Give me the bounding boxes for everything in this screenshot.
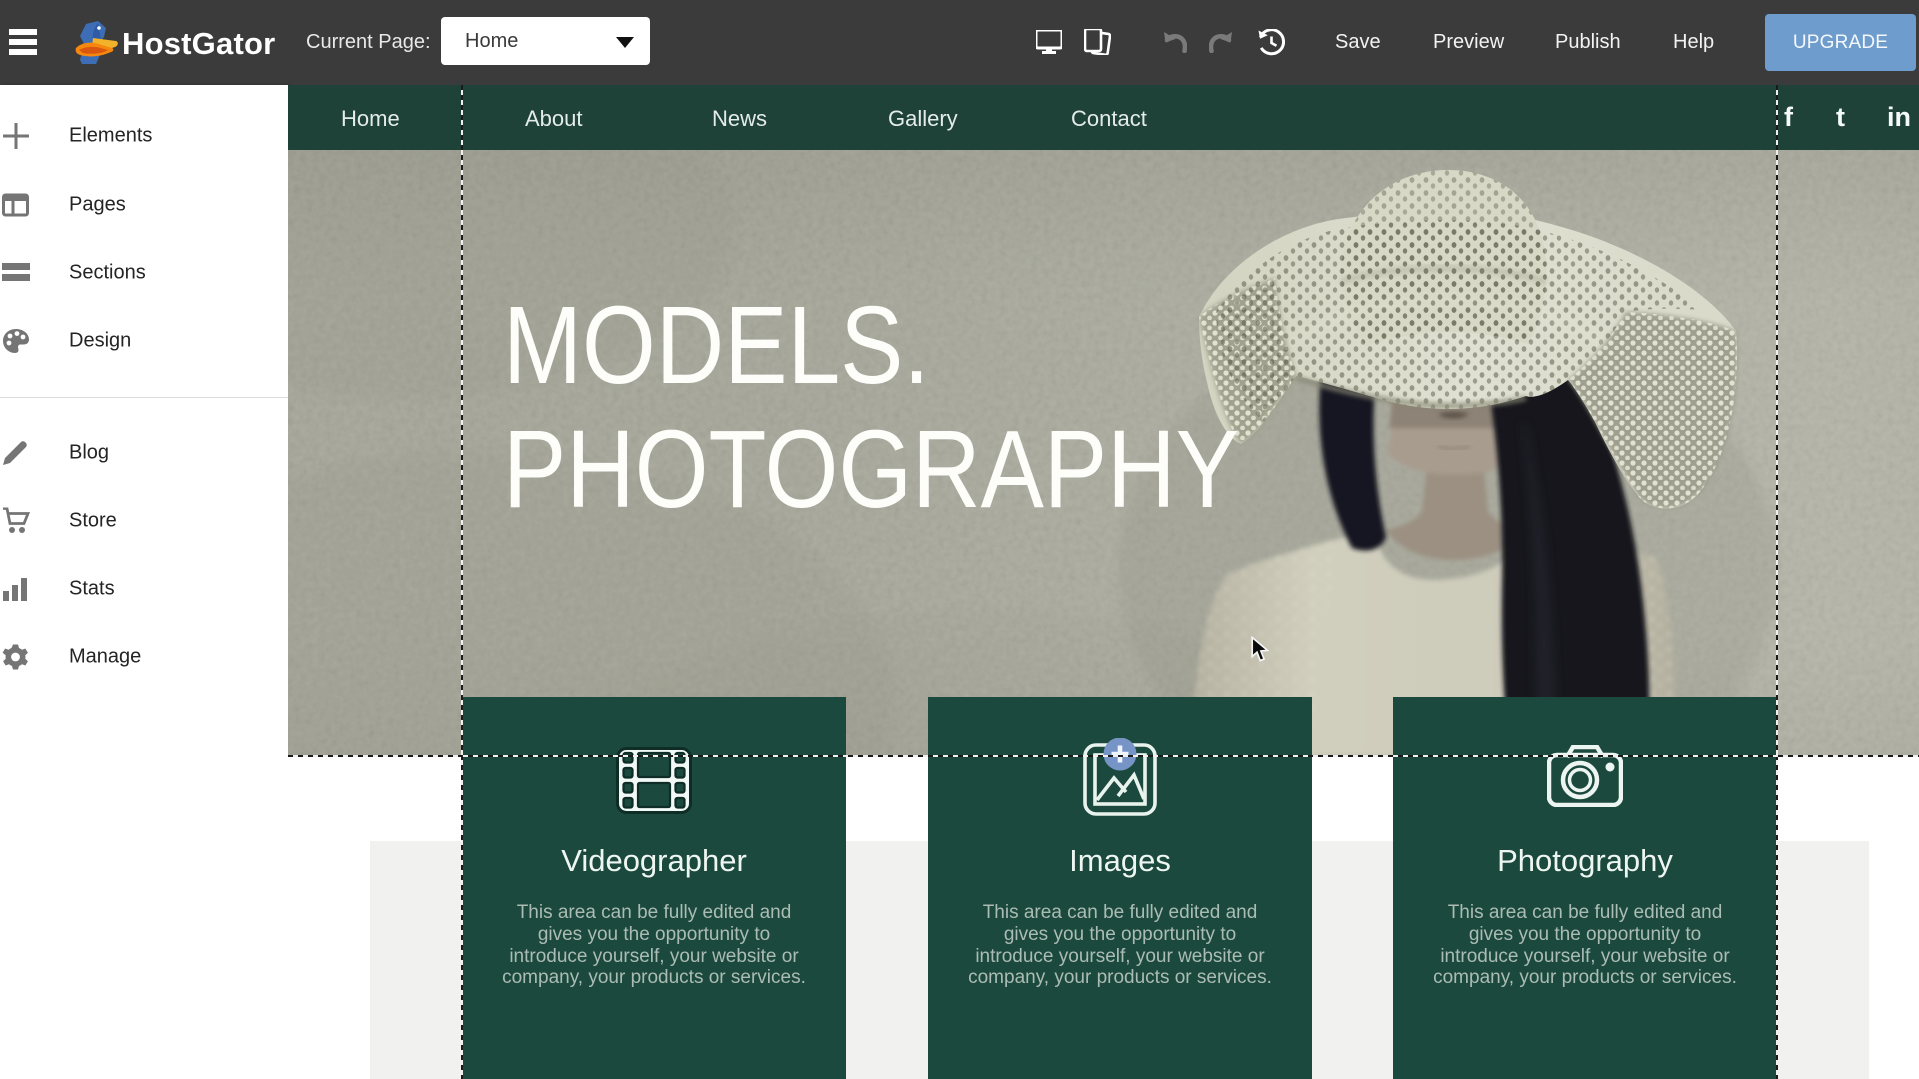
svg-text:PHOTOGRAPHY: PHOTOGRAPHY: [503, 407, 1239, 530]
svg-text:MODELS.: MODELS.: [503, 283, 930, 406]
